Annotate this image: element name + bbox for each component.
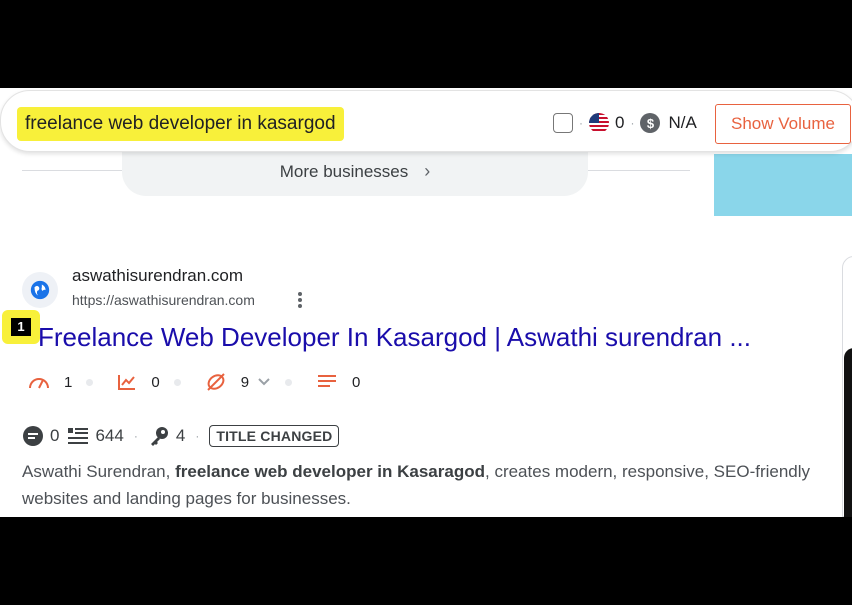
key-icon — [150, 427, 168, 446]
separator-dot: · — [133, 429, 138, 443]
result-snippet: Aswathi Surendran, freelance web develop… — [22, 458, 852, 512]
search-bar[interactable]: freelance web developer in kasargod · 0 … — [0, 90, 852, 152]
speed-metric[interactable]: 1 — [28, 373, 72, 391]
page-info-row: 0 644 · 4 · TITLE CHANGED — [22, 424, 340, 448]
metric-separator — [173, 378, 181, 386]
more-vert-icon[interactable] — [294, 290, 306, 310]
separator-dot: · — [630, 116, 635, 130]
country-count: 0 — [615, 113, 625, 132]
trend-chart-icon — [118, 375, 136, 390]
link-off-icon — [206, 373, 225, 391]
links-value: 9 — [240, 373, 250, 391]
headings-value: 0 — [352, 373, 361, 391]
separator-dot: · — [195, 429, 200, 443]
keywords-count: 4 — [175, 426, 186, 445]
rank-badge: 1 — [2, 310, 40, 344]
traffic-value: 0 — [151, 373, 160, 391]
cpc-value: N/A — [668, 113, 697, 132]
rank-number: 1 — [11, 318, 31, 336]
us-flag-icon — [589, 113, 609, 133]
word-count: 644 — [95, 426, 124, 445]
show-volume-button[interactable]: Show Volume — [715, 104, 851, 144]
seo-metrics-row: 1 0 9 0 — [28, 370, 360, 394]
search-query-text[interactable]: freelance web developer in kasargod — [17, 107, 344, 141]
result-title-link[interactable]: Freelance Web Developer In Kasargod | As… — [38, 322, 751, 353]
side-panel-image — [714, 154, 852, 216]
speed-value: 1 — [64, 373, 73, 391]
list-icon — [68, 428, 89, 444]
bottom-letterbox — [0, 517, 852, 605]
search-results-page: freelance web developer in kasargod · 0 … — [0, 88, 852, 517]
snippet-highlight: freelance web developer in Kasaragod — [175, 462, 485, 481]
more-businesses-label: More businesses — [279, 162, 409, 181]
separator-dot: · — [579, 116, 583, 130]
site-favicon[interactable] — [22, 272, 58, 308]
links-metric[interactable]: 9 — [205, 372, 271, 392]
more-businesses-button[interactable]: More businesses › — [122, 148, 588, 196]
select-checkbox[interactable] — [553, 113, 573, 133]
dollar-coin-icon: $ — [640, 113, 661, 133]
search-tools: · 0 · $ N/A — [553, 109, 697, 137]
headings-metric[interactable]: 0 — [316, 373, 360, 391]
metric-separator — [285, 378, 293, 386]
snippet-text-start: Aswathi Surendran, — [22, 462, 176, 481]
gauge-icon — [29, 378, 49, 389]
site-url[interactable]: https://aswathisurendran.com — [72, 292, 255, 308]
lines-icon — [318, 375, 337, 387]
globe-icon — [30, 280, 50, 300]
right-panel-image — [844, 348, 852, 517]
metric-separator — [86, 378, 94, 386]
chevron-down-icon[interactable] — [257, 377, 271, 387]
site-name[interactable]: aswathisurendran.com — [72, 266, 243, 286]
traffic-metric[interactable]: 0 — [117, 373, 160, 391]
title-changed-badge: TITLE CHANGED — [209, 425, 340, 447]
comments-count: 0 — [50, 426, 60, 445]
chevron-right-icon: › — [424, 161, 431, 181]
comment-icon — [23, 426, 43, 446]
top-letterbox — [0, 0, 852, 88]
